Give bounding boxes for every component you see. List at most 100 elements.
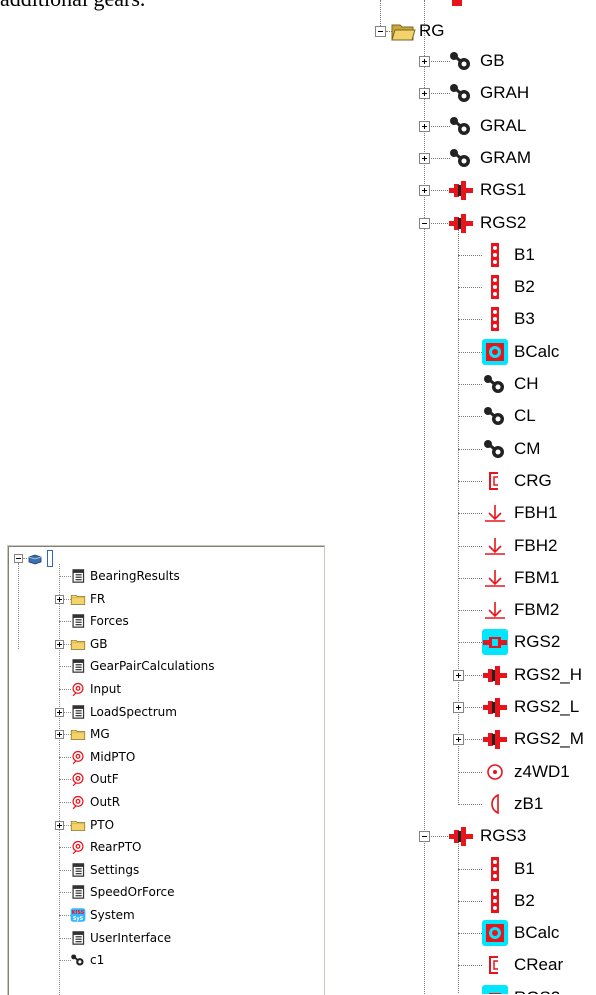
root-node[interactable] — [27, 549, 53, 567]
tree-node-c1[interactable]: c1 — [70, 949, 104, 971]
rgs3-expander[interactable] — [419, 831, 430, 843]
grah-expander[interactable] — [419, 88, 430, 100]
gb-expander[interactable] — [419, 56, 430, 67]
tree-node-gb[interactable]: GB — [70, 633, 108, 655]
gral-expander[interactable] — [419, 120, 430, 132]
half-moon-icon — [482, 791, 508, 817]
tree-node-gral[interactable]: GRAL — [448, 111, 526, 141]
tree-node-rgs3[interactable]: RGS3 — [482, 983, 560, 994]
table-icon — [70, 930, 86, 946]
tree-node-midpto[interactable]: MidPTO — [70, 746, 135, 768]
tree-node-grah[interactable]: GRAH — [448, 78, 529, 108]
tree-node-cl[interactable]: CL — [482, 401, 536, 431]
tree-node-label: BearingResults — [90, 569, 180, 583]
tree-node-gram[interactable]: GRAM — [448, 143, 531, 173]
tree-node-input[interactable]: Input — [70, 678, 121, 700]
tree-node-gearpaircalculations[interactable]: GearPairCalculations — [70, 655, 214, 677]
model-tree-rg[interactable]: RG GB GRAH GRAL GRAM RGS1 RGS2 B1 B2 B3 BCalc CH CL… — [364, 0, 596, 994]
tree-node-outf[interactable]: OutF — [70, 768, 119, 790]
tree-node-z4wd1[interactable]: z4WD1 — [482, 757, 570, 787]
tree-node-b3[interactable]: B3 — [482, 304, 535, 334]
tree-node-crear[interactable]: CRear — [482, 950, 563, 980]
fr-expander[interactable] — [55, 594, 64, 604]
tree-node-label: GRAM — [480, 147, 531, 167]
tree-node-label: GB — [90, 636, 108, 651]
rgs2-expander[interactable] — [419, 217, 430, 229]
tree-node-rgs3[interactable]: RGS3 — [448, 821, 526, 851]
tree-node-fbh2[interactable]: FBH2 — [482, 531, 557, 561]
tree-node-b1[interactable]: B1 — [482, 240, 535, 270]
tree-node-settings[interactable]: Settings — [70, 859, 139, 881]
mg-expander[interactable] — [55, 730, 64, 740]
tree-node-mg[interactable]: MG — [70, 723, 110, 745]
tree-node-label: FR — [90, 591, 106, 606]
kiss-sys-icon: KISS SyS — [70, 907, 86, 923]
tree-node-fbm2[interactable]: FBM2 — [482, 595, 559, 625]
coupling-icon — [482, 468, 508, 494]
tree-node-label: B1 — [514, 858, 535, 878]
shaft-icon — [448, 177, 474, 203]
table-icon — [70, 658, 86, 674]
pto-expander[interactable] — [55, 820, 64, 830]
tree-node-b2[interactable]: B2 — [482, 886, 535, 916]
tree-node-userinterface[interactable]: UserInterface — [70, 927, 171, 949]
tree-node-label: CRG — [514, 470, 552, 490]
tree-node-rgs2-h[interactable]: RGS2_H — [482, 660, 582, 690]
tree-node-label: BCalc — [514, 341, 560, 361]
force-icon — [482, 533, 508, 559]
tree-node-rearpto[interactable]: RearPTO — [70, 836, 141, 858]
tree-node-rg[interactable]: RG — [390, 16, 445, 46]
tree-node-rgs2-l[interactable]: RGS2_L — [482, 692, 579, 722]
document-text-fragment: additional gears. — [0, 0, 145, 12]
tree-node-b1[interactable]: B1 — [482, 854, 535, 884]
gb-expander[interactable] — [55, 639, 64, 649]
tree-node-ch[interactable]: CH — [482, 369, 539, 399]
rgs1-expander[interactable] — [419, 185, 430, 197]
power-port-icon — [70, 839, 86, 855]
tree-node-fr[interactable]: FR — [70, 588, 105, 610]
tree-node-gb[interactable]: GB — [448, 46, 505, 76]
rgs2-l-expander[interactable] — [453, 702, 464, 713]
rgs2-h-expander[interactable] — [453, 669, 464, 681]
tree-node-label: RGS3 — [480, 826, 527, 846]
tree-node-b2[interactable]: B2 — [482, 272, 535, 302]
force-icon — [482, 500, 508, 526]
gram-expander[interactable] — [419, 152, 430, 164]
tree-node-fbh1[interactable]: FBH1 — [482, 498, 557, 528]
tree-node-pto[interactable]: PTO — [70, 814, 114, 836]
tree-node-forces[interactable]: Forces — [70, 610, 129, 632]
tree-node-outr[interactable]: OutR — [70, 791, 120, 813]
table-icon — [70, 568, 86, 584]
system-tree-panel[interactable]: BearingResults FR Forces GB GearPairCalculat… — [7, 545, 325, 995]
tree-node-label: MG — [90, 727, 110, 742]
tree-node-speedorforce[interactable]: SpeedOrForce — [70, 881, 174, 903]
bearing-calc-icon — [482, 920, 508, 947]
tree-node-bcalc[interactable]: BCalc — [482, 337, 559, 367]
gear-pair-icon — [448, 48, 474, 74]
gear-pair-icon — [482, 436, 508, 462]
tree-node-rgs2[interactable]: RGS2 — [448, 208, 526, 238]
tree-node-label: OutR — [90, 795, 121, 809]
tree-node-bcalc[interactable]: BCalc — [482, 918, 559, 948]
loadspectrum-expander[interactable] — [55, 707, 64, 717]
gear-pair-icon — [448, 113, 474, 139]
tree-node-cm[interactable]: CM — [482, 434, 540, 464]
tree-node-rgs1[interactable]: RGS1 — [448, 175, 526, 205]
tree-node-rgs2-m[interactable]: RGS2_M — [482, 724, 584, 754]
tree-node-zb1[interactable]: zB1 — [482, 789, 543, 819]
tree-node-bearingresults[interactable]: BearingResults — [70, 565, 180, 587]
root-expander[interactable] — [14, 554, 23, 563]
tree-node-crg[interactable]: CRG — [482, 466, 552, 496]
rgs2-m-expander[interactable] — [453, 734, 464, 746]
tree-node-loadspectrum[interactable]: LoadSpectrum — [70, 701, 177, 723]
tree-node-label: RGS2_H — [514, 664, 583, 684]
shaft-icon — [482, 726, 508, 752]
root-expander[interactable] — [375, 26, 386, 37]
root-name-editor[interactable] — [47, 549, 53, 567]
tree-node-system[interactable]: KISS SyS System — [70, 904, 135, 926]
tree-node-fbm1[interactable]: FBM1 — [482, 563, 559, 593]
tree-node-label: MidPTO — [90, 749, 136, 764]
shaft-icon — [448, 823, 474, 849]
tree-node-rgs2[interactable]: RGS2 — [482, 627, 560, 657]
tree-node-label: RGS2_M — [514, 729, 584, 749]
